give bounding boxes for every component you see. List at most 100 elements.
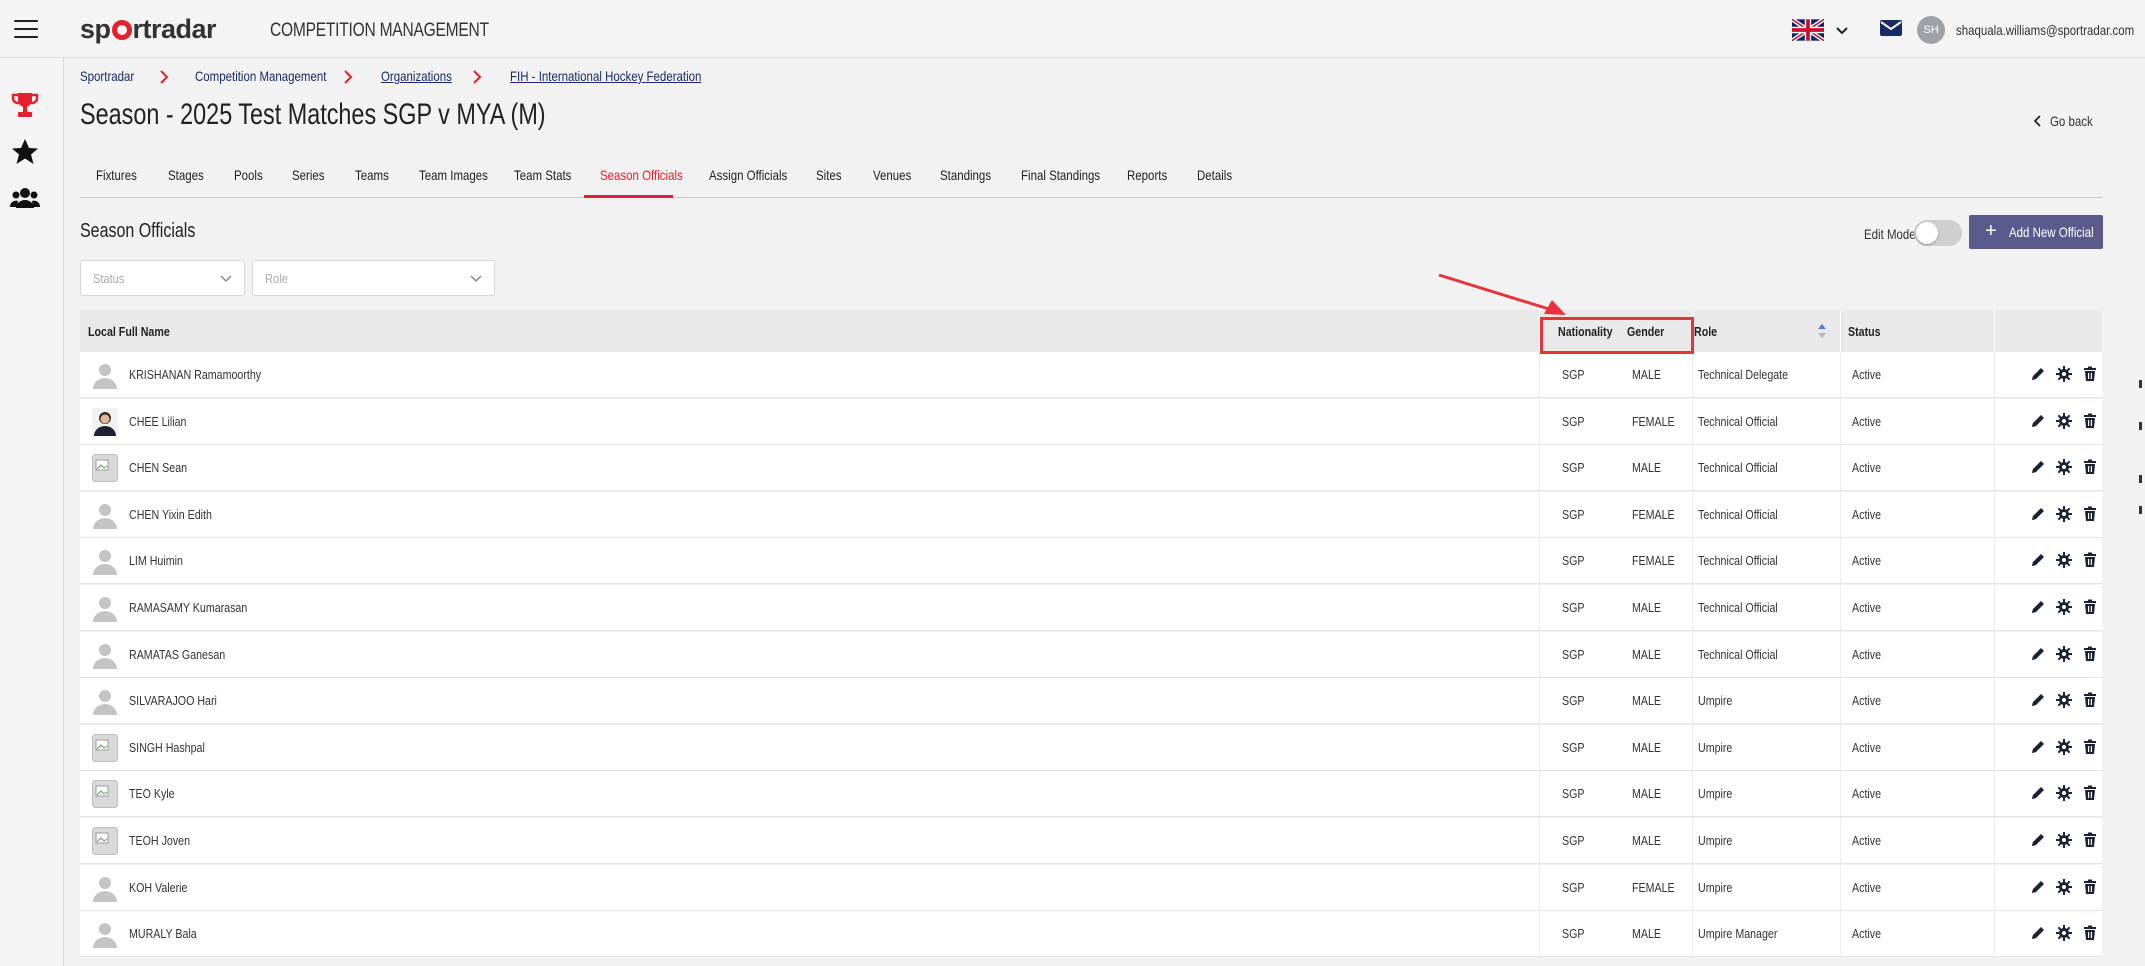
pencil-icon[interactable] xyxy=(2030,413,2046,429)
tab-teams[interactable]: Teams xyxy=(355,158,396,198)
table-row[interactable]: LIM Huimin SGP FEMALE Technical Official Act… xyxy=(80,538,2102,585)
trash-icon[interactable] xyxy=(2082,506,2098,522)
trash-icon[interactable] xyxy=(2082,552,2098,568)
pencil-icon[interactable] xyxy=(2030,366,2046,382)
edit-mode-toggle[interactable] xyxy=(1914,220,1962,246)
table-row[interactable]: KRISHANAN Ramamoorthy SGP MALE Technical De… xyxy=(80,352,2102,398)
trash-icon[interactable] xyxy=(2082,599,2098,615)
trophy-icon[interactable] xyxy=(10,90,40,120)
pencil-icon[interactable] xyxy=(2030,785,2046,801)
avatar-placeholder-icon xyxy=(93,690,117,716)
tab-final-standings[interactable]: Final Standings xyxy=(1021,158,1118,198)
tab-standings[interactable]: Standings xyxy=(940,158,1002,198)
gear-icon[interactable] xyxy=(2056,459,2072,476)
table-row[interactable]: TEO Kyle SGP MALE Umpire Active xyxy=(80,771,2102,818)
official-gender: MALE xyxy=(1632,926,1662,942)
menu-icon[interactable] xyxy=(14,20,38,38)
table-row[interactable]: RAMATAS Ganesan SGP MALE Technical Official… xyxy=(80,631,2102,678)
pencil-icon[interactable] xyxy=(2030,459,2046,475)
table-row[interactable]: KOH Valerie SGP FEMALE Umpire Active xyxy=(80,864,2102,911)
tab-details[interactable]: Details xyxy=(1197,158,1240,198)
tab-team-stats[interactable]: Team Stats xyxy=(514,158,584,198)
pencil-icon[interactable] xyxy=(2030,832,2046,848)
go-back-button[interactable]: Go back xyxy=(2032,113,2102,129)
gear-icon[interactable] xyxy=(2056,692,2072,709)
trash-icon[interactable] xyxy=(2082,459,2098,475)
table-row[interactable]: MURALY Bala SGP MALE Umpire Manager Active xyxy=(80,911,2102,958)
users-icon[interactable] xyxy=(10,184,40,214)
gear-icon[interactable] xyxy=(2056,832,2072,848)
official-gender: MALE xyxy=(1632,786,1662,802)
column-role[interactable]: Role xyxy=(1694,324,1717,339)
breadcrumb-organizations[interactable]: Organizations xyxy=(381,68,452,84)
annotation-highlight-box xyxy=(1540,317,1694,354)
tab-sites[interactable]: Sites xyxy=(816,158,847,198)
tab-season-officials[interactable]: Season Officials xyxy=(584,158,683,198)
pencil-icon[interactable] xyxy=(2030,879,2046,895)
gear-icon[interactable] xyxy=(2056,645,2072,662)
gear-icon[interactable] xyxy=(2056,878,2072,895)
tab-pools[interactable]: Pools xyxy=(234,158,269,198)
tab-team-images[interactable]: Team Images xyxy=(419,158,503,198)
trash-icon[interactable] xyxy=(2082,366,2098,382)
trash-icon[interactable] xyxy=(2082,739,2098,755)
official-status: Active xyxy=(1852,553,1882,569)
table-row[interactable]: SINGH Hashpal SGP MALE Umpire Active xyxy=(80,724,2102,771)
gear-icon[interactable] xyxy=(2056,412,2072,429)
chevron-down-icon[interactable] xyxy=(1834,22,1850,38)
table-row[interactable]: SILVARAJOO Hari SGP MALE Umpire Active xyxy=(80,678,2102,725)
table-row[interactable]: TEOH Joven SGP MALE Umpire Active xyxy=(80,818,2102,864)
table-row[interactable]: CHEE Lilian SGP FEMALE Technical Official Ac… xyxy=(80,398,2102,445)
broken-image-icon xyxy=(92,454,118,483)
tab-fixtures[interactable]: Fixtures xyxy=(96,158,146,198)
official-status: Active xyxy=(1852,367,1882,382)
avatar[interactable]: SH xyxy=(1917,16,1945,44)
pencil-icon[interactable] xyxy=(2030,599,2046,615)
trash-icon[interactable] xyxy=(2082,646,2098,662)
pencil-icon[interactable] xyxy=(2030,646,2046,662)
column-status[interactable]: Status xyxy=(1848,324,1881,339)
official-gender: FEMALE xyxy=(1632,413,1675,429)
gear-icon[interactable] xyxy=(2056,366,2072,382)
gear-icon[interactable] xyxy=(2056,505,2072,522)
trash-icon[interactable] xyxy=(2082,879,2098,895)
pencil-icon[interactable] xyxy=(2030,739,2046,755)
official-gender: MALE xyxy=(1632,367,1662,382)
trash-icon[interactable] xyxy=(2082,413,2098,429)
pencil-icon[interactable] xyxy=(2030,925,2046,941)
gear-icon[interactable] xyxy=(2056,599,2072,615)
trash-icon[interactable] xyxy=(2082,925,2098,941)
gear-icon[interactable] xyxy=(2056,738,2072,755)
pencil-icon[interactable] xyxy=(2030,552,2046,568)
mail-icon[interactable] xyxy=(1880,20,1902,36)
gear-icon[interactable] xyxy=(2056,552,2072,569)
uk-flag-icon[interactable] xyxy=(1792,19,1824,41)
gear-icon[interactable] xyxy=(2056,925,2072,942)
tab-series[interactable]: Series xyxy=(292,158,332,198)
user-email[interactable]: shaquala.williams@sportradar.com xyxy=(1956,22,2134,38)
tab-reports[interactable]: Reports xyxy=(1127,158,1176,198)
breadcrumb-sportradar[interactable]: Sportradar xyxy=(80,68,134,84)
trash-icon[interactable] xyxy=(2082,785,2098,801)
trash-icon[interactable] xyxy=(2082,692,2098,708)
pencil-icon[interactable] xyxy=(2030,506,2046,522)
star-icon[interactable] xyxy=(10,137,40,167)
gear-icon[interactable] xyxy=(2056,785,2072,802)
breadcrumb-fih[interactable]: FIH - International Hockey Federation xyxy=(510,68,701,84)
pencil-icon[interactable] xyxy=(2030,692,2046,708)
status-filter[interactable]: Status xyxy=(80,260,245,296)
table-row[interactable]: RAMASAMY Kumarasan SGP MALE Technical Offic… xyxy=(80,585,2102,631)
table-row[interactable]: CHEN Sean SGP MALE Technical Official Active xyxy=(80,445,2102,492)
tab-stages[interactable]: Stages xyxy=(168,158,212,198)
breadcrumb-competition-management[interactable]: Competition Management xyxy=(195,68,326,84)
sportradar-logo[interactable]: sp rtradar xyxy=(80,14,217,45)
role-filter[interactable]: Role xyxy=(252,260,495,296)
trash-icon[interactable] xyxy=(2082,832,2098,848)
sort-icon[interactable] xyxy=(1817,322,1827,340)
tab-venues[interactable]: Venues xyxy=(873,158,920,198)
column-local-full-name[interactable]: Local Full Name xyxy=(88,324,170,339)
add-new-official-button[interactable]: + Add New Official xyxy=(1969,215,2103,249)
table-row[interactable]: CHEN Yixin Edith SGP FEMALE Technical Offic… xyxy=(80,491,2102,538)
tab-assign-officials[interactable]: Assign Officials xyxy=(709,158,804,198)
official-status: Active xyxy=(1852,600,1882,615)
